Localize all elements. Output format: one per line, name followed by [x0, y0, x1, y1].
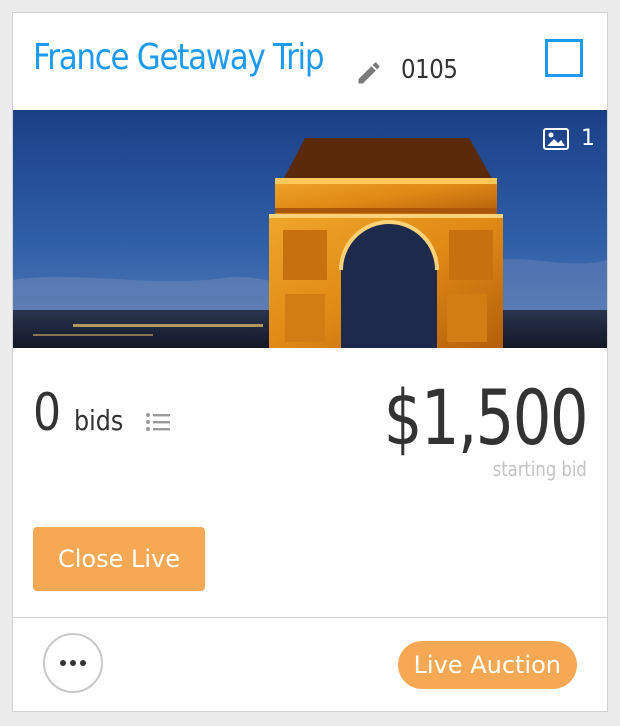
item-title[interactable]: France Getaway Trip — [33, 37, 325, 78]
list-icon[interactable] — [145, 411, 171, 433]
close-live-button[interactable]: Close Live — [33, 527, 205, 591]
bid-count: 0 — [33, 383, 62, 443]
ellipsis-dot — [80, 660, 86, 666]
card-header: France Getaway Trip 0105 — [13, 13, 607, 111]
photo-count[interactable]: 1 — [543, 126, 595, 151]
pencil-icon[interactable] — [355, 59, 383, 87]
select-checkbox[interactable] — [545, 39, 583, 77]
item-number: 0105 — [401, 55, 458, 85]
footer-divider — [13, 617, 607, 618]
price-caption: starting bid — [492, 457, 587, 481]
starting-price: $1,500 — [383, 373, 589, 462]
more-options-button[interactable] — [43, 633, 103, 693]
arc-de-triomphe-image — [13, 110, 607, 348]
item-photo[interactable]: 1 — [13, 110, 607, 348]
photo-count-value: 1 — [581, 126, 595, 151]
bid-label: bids — [74, 404, 124, 437]
ellipsis-icon — [60, 660, 66, 666]
status-badge: Live Auction — [397, 641, 577, 689]
auction-item-card: France Getaway Trip 0105 1 0 bids $1,500… — [12, 12, 608, 712]
ellipsis-dot — [70, 660, 76, 666]
bids-summary: 0 bids — [33, 383, 170, 443]
image-icon — [543, 127, 569, 150]
